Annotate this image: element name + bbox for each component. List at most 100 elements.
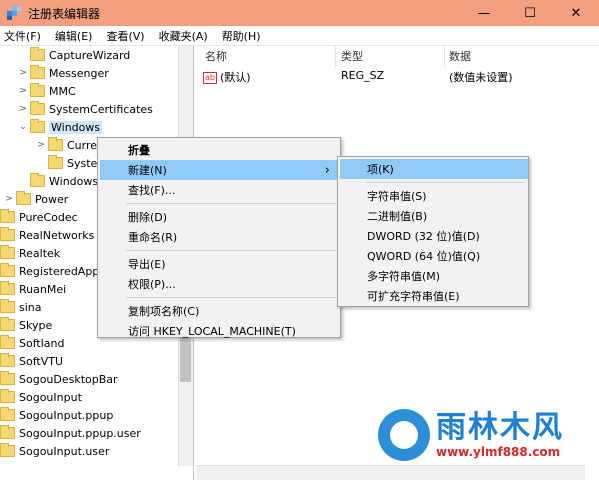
tree-node-label: SogouInput	[19, 390, 82, 404]
menu-item-label: 项(K)	[367, 163, 394, 176]
menu-item[interactable]: 可扩充字符串值(E)	[340, 286, 528, 306]
tree-node[interactable]: RegisteredAppl	[0, 262, 102, 280]
folder-icon	[0, 209, 15, 223]
folder-icon	[16, 191, 31, 205]
folder-icon	[30, 65, 45, 79]
tree-node[interactable]: ⌄ Windows	[18, 118, 103, 136]
tree-node[interactable]: CaptureWizard	[18, 46, 130, 64]
folder-icon	[30, 83, 45, 97]
expand-chevron-icon[interactable]: >	[18, 104, 28, 114]
menu-item[interactable]: 折叠	[100, 140, 340, 160]
tree-node[interactable]: Realtek	[0, 244, 60, 262]
menu-bar: 文件(F) 编辑(E) 查看(V) 收藏夹(A) 帮助(H)	[0, 26, 599, 46]
menu-favorites[interactable]: 收藏夹(A)	[159, 28, 208, 44]
tree-node-label: Windows	[49, 120, 103, 134]
menu-item[interactable]: QWORD (64 位)值(Q)	[340, 246, 528, 266]
menu-item[interactable]: 删除(D)	[100, 207, 340, 227]
tree-node[interactable]: SogouInput.ppup.user	[0, 424, 141, 442]
folder-icon	[30, 47, 45, 61]
value-type: REG_SZ	[341, 69, 385, 82]
value-row-name[interactable]: ab (默认)	[203, 69, 251, 85]
submenu-arrow-icon: ›	[324, 162, 330, 178]
menu-item-label: 折叠	[128, 144, 150, 157]
folder-icon	[0, 245, 15, 259]
menu-item[interactable]: DWORD (32 位)值(D)	[340, 226, 528, 246]
menu-item-label: 删除(D)	[128, 211, 168, 224]
tree-node[interactable]: Windows	[18, 172, 98, 190]
tree-node[interactable]: PureCodec	[0, 208, 78, 226]
column-divider[interactable]	[335, 46, 336, 68]
folder-icon	[0, 443, 15, 457]
value-name: (默认)	[220, 71, 251, 84]
tree-node[interactable]: SoftVTU	[0, 352, 63, 370]
folder-icon	[0, 335, 15, 349]
watermark-logo-icon	[378, 409, 430, 461]
tree-node-label: PureCodec	[19, 210, 78, 224]
folder-icon	[0, 299, 15, 313]
menu-help[interactable]: 帮助(H)	[222, 28, 261, 44]
menu-item[interactable]: 新建(N) ›	[100, 160, 340, 180]
menu-item[interactable]: 导出(E)	[100, 254, 340, 274]
menu-item-label: 新建(N)	[128, 164, 167, 177]
menu-file[interactable]: 文件(F)	[4, 28, 41, 44]
string-value-icon: ab	[203, 72, 217, 84]
close-button[interactable]: ✕	[553, 0, 599, 26]
column-divider[interactable]	[444, 46, 445, 68]
tree-node[interactable]: RealNetworks	[0, 226, 94, 244]
expand-chevron-icon[interactable]: >	[4, 194, 14, 204]
tree-node[interactable]: > MMC	[18, 82, 76, 100]
tree-node[interactable]: SogouInput.ppup	[0, 406, 113, 424]
menu-edit[interactable]: 编辑(E)	[55, 28, 93, 44]
menu-item-label: 权限(P)...	[128, 278, 176, 291]
folder-icon	[0, 227, 15, 241]
column-header-data[interactable]: 数据	[449, 48, 471, 66]
tree-node-label: Softland	[19, 336, 65, 350]
tree-node[interactable]: Skype	[0, 316, 52, 334]
menu-view[interactable]: 查看(V)	[106, 28, 144, 44]
tree-node[interactable]: sina	[0, 298, 42, 316]
maximize-button[interactable]: ☐	[507, 0, 553, 26]
tree-node[interactable]: Syster	[36, 154, 102, 172]
tree-node[interactable]: RuanMei	[0, 280, 66, 298]
menu-item-label: 导出(E)	[128, 258, 166, 271]
menu-item-label: QWORD (64 位)值(Q)	[367, 250, 481, 263]
tree-node-label: SoftVTU	[19, 354, 63, 368]
tree-node[interactable]: > Curre	[36, 136, 97, 154]
tree-node-label: Curre	[67, 138, 98, 152]
menu-item[interactable]: 二进制值(B)	[340, 206, 528, 226]
menu-item[interactable]: 权限(P)...	[100, 274, 340, 294]
tree-node[interactable]: > SystemCertificates	[18, 100, 153, 118]
watermark: 雨林木风 www.ylmf888.com	[378, 405, 593, 465]
menu-item-label: 可扩充字符串值(E)	[367, 290, 460, 303]
menu-item[interactable]: 查找(F)...	[100, 180, 340, 200]
tree-node[interactable]: SogouInput.user	[0, 442, 109, 460]
folder-icon	[30, 173, 45, 187]
menu-item[interactable]: 多字符串值(M)	[340, 266, 528, 286]
tree-node[interactable]: > Power	[4, 190, 68, 208]
minimize-button[interactable]: —	[461, 0, 507, 26]
tree-node[interactable]: > Messenger	[18, 64, 109, 82]
values-horizontal-scrollbar[interactable]	[196, 465, 585, 480]
expand-chevron-icon[interactable]: ⌄	[18, 122, 28, 132]
menu-item-label: DWORD (32 位)值(D)	[367, 230, 480, 243]
menu-separator	[366, 182, 524, 183]
menu-item[interactable]: 访问 HKEY_LOCAL_MACHINE(T)	[100, 321, 340, 341]
column-header-name[interactable]: 名称	[205, 48, 227, 66]
tree-node-label: SogouInput.user	[19, 444, 110, 458]
tree-node[interactable]: SogouInput	[0, 388, 82, 406]
tree-node[interactable]: Softland	[0, 334, 64, 352]
column-header-type[interactable]: 类型	[341, 48, 363, 66]
tree-node-label: MMC	[49, 84, 76, 98]
expand-chevron-icon[interactable]: >	[18, 68, 28, 78]
folder-icon	[48, 137, 63, 151]
menu-item[interactable]: 字符串值(S)	[340, 186, 528, 206]
expand-chevron-icon[interactable]: >	[18, 86, 28, 96]
menu-separator	[126, 203, 336, 204]
menu-item[interactable]: 复制项名称(C)	[100, 301, 340, 321]
folder-icon	[0, 353, 15, 367]
menu-item[interactable]: 项(K)	[340, 159, 528, 179]
expand-chevron-icon[interactable]: >	[36, 140, 46, 150]
tree-node[interactable]: SogouDesktopBar	[0, 370, 118, 388]
tree-node-label: RuanMei	[19, 282, 67, 296]
menu-item[interactable]: 重命名(R)	[100, 227, 340, 247]
